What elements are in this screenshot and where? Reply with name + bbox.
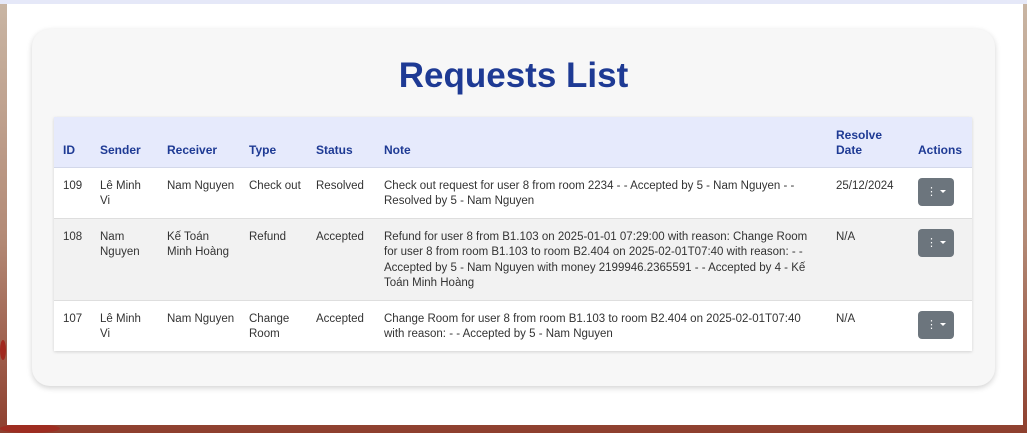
requests-table-container: ID Sender Receiver Type Status Note Reso… <box>54 117 972 351</box>
cell-receiver: Nam Nguyen <box>167 312 235 325</box>
table-row: 109 Lê Minh Vi Nam Nguyen Check out Reso… <box>54 167 972 219</box>
page-container: Requests List ID Sender Receiver Type St… <box>7 4 1023 425</box>
page-title: Requests List <box>398 56 629 95</box>
actions-dropdown-button[interactable]: ⋮ <box>918 310 954 339</box>
column-header-type[interactable]: Type <box>240 117 307 168</box>
more-vertical-icon: ⋮ <box>926 236 937 249</box>
requests-card: Requests List ID Sender Receiver Type St… <box>32 29 995 386</box>
column-header-resolve-date[interactable]: Resolve Date <box>827 117 909 168</box>
cell-note: Refund for user 8 from B1.103 on 2025-01… <box>375 218 827 301</box>
cell-resolve-date: 25/12/2024 <box>827 167 909 219</box>
cell-type: Check out <box>240 167 307 219</box>
cell-actions: ⋮ <box>909 300 972 351</box>
cell-note: Change Room for user 8 from room B1.103 … <box>384 312 801 341</box>
cell-actions: ⋮ <box>909 167 972 219</box>
cell-type: Change Room <box>249 312 290 341</box>
cell-id: 108 <box>54 218 91 301</box>
cell-sender: Lê Minh Vi <box>100 312 141 341</box>
cell-status: Accepted <box>307 218 375 301</box>
more-vertical-icon: ⋮ <box>926 185 937 198</box>
cell-note: Check out request for user 8 from room 2… <box>375 167 827 219</box>
column-header-receiver[interactable]: Receiver <box>158 117 240 168</box>
column-header-actions: Actions <box>909 117 972 168</box>
cell-resolve-date: N/A <box>836 312 856 325</box>
caret-down-icon <box>940 241 946 244</box>
more-vertical-icon: ⋮ <box>926 318 937 331</box>
column-header-resolve-date-line1: Resolve <box>836 127 883 142</box>
actions-dropdown-button[interactable]: ⋮ <box>918 177 954 206</box>
cell-status: Accepted <box>316 312 364 325</box>
column-header-note[interactable]: Note <box>375 117 827 168</box>
table-row: 107 Lê Minh Vi Nam Nguyen Change Room Ac… <box>54 300 972 351</box>
table-row: 108 Nam Nguyen Kế Toán Minh Hoàng Refund… <box>54 218 972 301</box>
cell-receiver: Kế Toán Minh Hoàng <box>158 218 240 301</box>
column-header-id[interactable]: ID <box>54 117 91 168</box>
cell-status: Resolved <box>307 167 375 219</box>
column-header-sender[interactable]: Sender <box>91 117 158 168</box>
background-decoration <box>0 340 6 360</box>
column-header-resolve-date-line2: Date <box>836 142 863 157</box>
actions-dropdown-button[interactable]: ⋮ <box>918 228 954 257</box>
table-header-row: ID Sender Receiver Type Status Note Reso… <box>54 117 972 168</box>
caret-down-icon <box>940 323 946 326</box>
cell-resolve-date: N/A <box>827 218 909 301</box>
cell-receiver: Nam Nguyen <box>158 167 240 219</box>
requests-table: ID Sender Receiver Type Status Note Reso… <box>54 117 972 351</box>
cell-sender: Nam Nguyen <box>91 218 158 301</box>
cell-id: 107 <box>63 312 83 325</box>
caret-down-icon <box>940 190 946 193</box>
background-decoration <box>0 424 60 433</box>
cell-type: Refund <box>240 218 307 301</box>
cell-sender: Lê Minh Vi <box>91 167 158 219</box>
cell-actions: ⋮ <box>909 218 972 301</box>
column-header-status[interactable]: Status <box>307 117 375 168</box>
cell-id: 109 <box>54 167 91 219</box>
